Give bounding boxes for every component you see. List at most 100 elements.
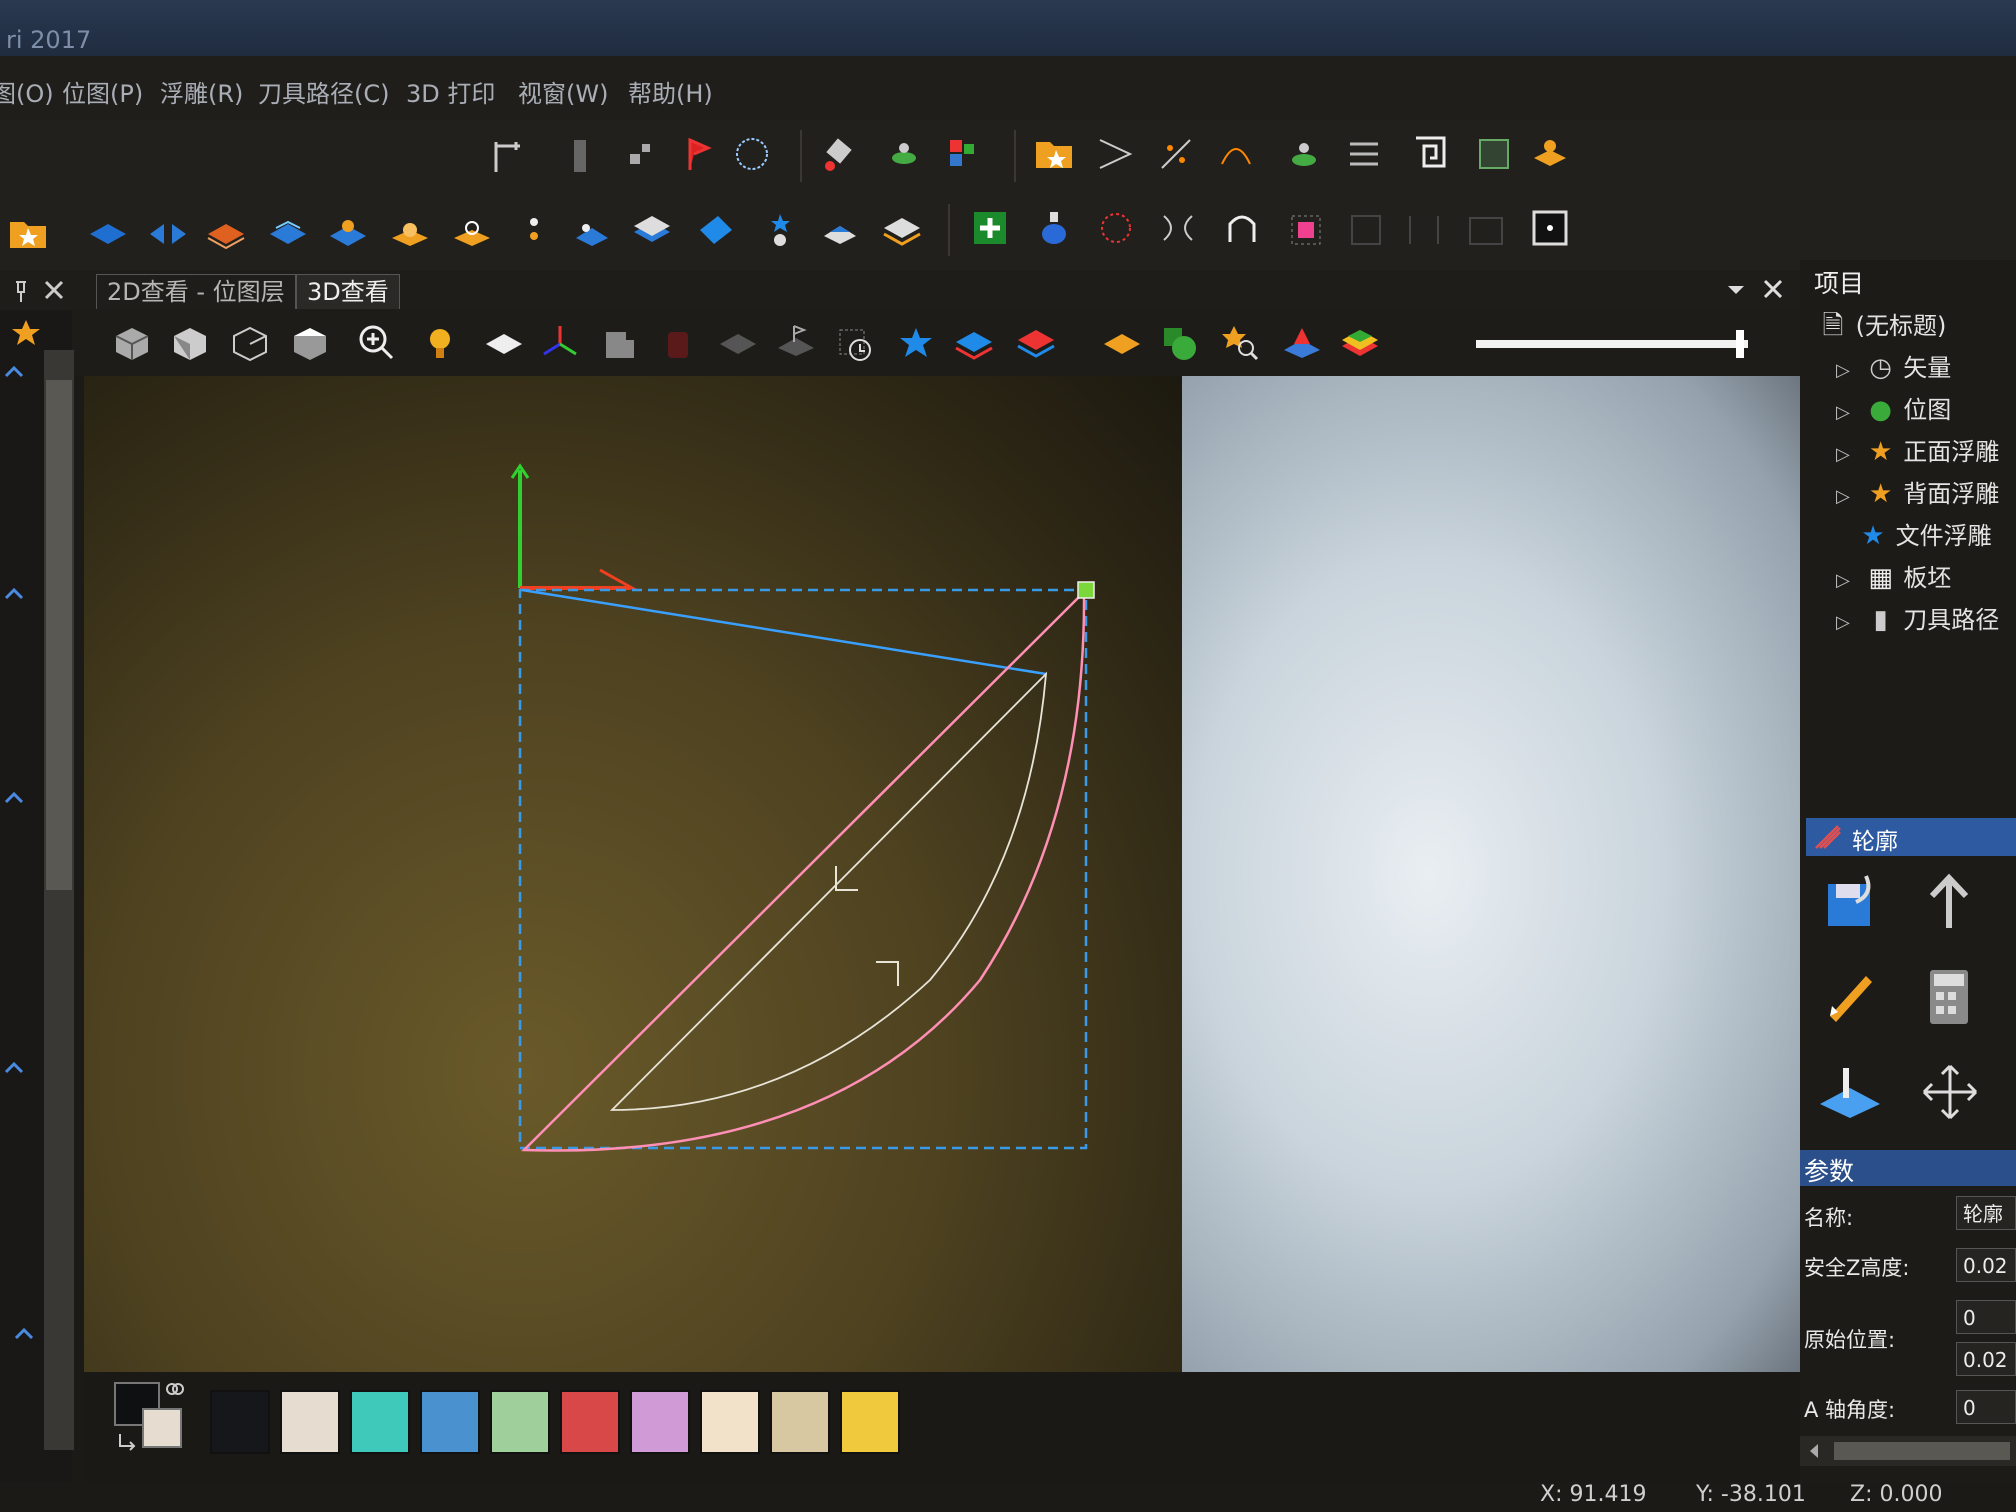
toolpath-preview-icon[interactable] — [1816, 1062, 1886, 1122]
puzzle-icon[interactable] — [600, 324, 640, 364]
add-green-icon[interactable] — [970, 208, 1010, 248]
zoom-in-icon[interactable] — [356, 322, 396, 362]
pin-icon[interactable] — [514, 212, 554, 252]
orange-ring-icon[interactable] — [452, 212, 492, 252]
light-bulb-icon[interactable] — [420, 324, 460, 364]
view-front-icon[interactable] — [170, 324, 210, 364]
blue-layer-tool-icon[interactable] — [954, 324, 994, 364]
color-swatch[interactable] — [560, 1390, 620, 1454]
secondary-color[interactable] — [142, 1408, 182, 1448]
arch-icon[interactable] — [1222, 208, 1262, 248]
scatter-icon[interactable] — [1156, 134, 1196, 174]
grid-icon[interactable] — [620, 136, 660, 176]
pink-box-icon[interactable] — [1286, 210, 1326, 250]
tree-item-block[interactable]: ▷ ▦ 板坯 — [1836, 558, 1951, 598]
horizontal-scrollbar[interactable] — [1800, 1436, 2016, 1466]
outline-frame-icon[interactable] — [1466, 210, 1506, 250]
chevron-down-icon[interactable] — [1726, 280, 1746, 300]
tab-3d-view[interactable]: 3D查看 — [296, 274, 400, 309]
pin-panel-icon[interactable] — [8, 278, 34, 304]
close-panel-icon[interactable] — [42, 278, 66, 302]
orange-stack-icon[interactable] — [206, 214, 246, 254]
chevron-up-icon[interactable] — [2, 788, 26, 808]
color-swatch[interactable] — [490, 1390, 550, 1454]
orange-puck-icon[interactable] — [1530, 132, 1570, 172]
tree-item-back-relief[interactable]: ▷ ★ 背面浮雕 — [1836, 474, 1999, 514]
expand-icon[interactable]: ▷ — [1836, 444, 1858, 465]
orange-plane-icon[interactable] — [1102, 324, 1142, 364]
expand-icon[interactable]: ▷ — [1836, 402, 1858, 423]
plane-white-icon[interactable] — [484, 324, 524, 364]
view-top-icon[interactable] — [290, 324, 330, 364]
color-swatch[interactable] — [210, 1390, 270, 1454]
menu-item-vector[interactable]: 图(O) — [0, 74, 54, 109]
star-drop-icon[interactable] — [760, 210, 800, 250]
pencil-icon[interactable] — [1822, 966, 1878, 1022]
orange-dome-icon[interactable] — [390, 212, 430, 252]
expand-icon[interactable]: ▷ — [1836, 570, 1858, 591]
red-layers-icon[interactable] — [1016, 324, 1056, 364]
view-side-icon[interactable] — [230, 324, 270, 364]
scrollbar-thumb[interactable] — [1834, 1442, 2010, 1460]
swap-colors-icon[interactable] — [116, 1428, 140, 1452]
save-icon[interactable] — [1822, 872, 1882, 932]
tree-item-vector[interactable]: ▷ ◷ 矢量 — [1836, 348, 1951, 388]
close-icon[interactable] — [1762, 278, 1784, 300]
star-icon[interactable] — [10, 318, 42, 350]
menu-item-relief[interactable]: 浮雕(R) — [160, 74, 243, 109]
view-iso-icon[interactable] — [112, 324, 152, 364]
cylinder-icon[interactable] — [658, 324, 698, 364]
transparency-slider[interactable] — [1476, 340, 1748, 348]
menu-item-3d-print[interactable]: 3D 打印 — [406, 74, 495, 109]
blue-star-tool-icon[interactable] — [896, 324, 936, 364]
color-swatch[interactable] — [630, 1390, 690, 1454]
multicolor-stack-icon[interactable] — [1340, 322, 1380, 362]
nest-icon[interactable] — [1158, 208, 1198, 248]
open-folder-star-icon[interactable] — [1034, 132, 1074, 172]
color-swatch[interactable] — [700, 1390, 760, 1454]
chevron-up-icon[interactable] — [2, 1058, 26, 1078]
green-bitmap-icon[interactable] — [1160, 324, 1200, 364]
blue-sheet-icon[interactable] — [820, 212, 860, 252]
star-search-icon[interactable] — [1220, 322, 1260, 362]
menu-item-window[interactable]: 视窗(W) — [518, 74, 608, 109]
blue-arrows-icon[interactable] — [148, 214, 188, 254]
flag-icon[interactable] — [680, 134, 720, 174]
scan-icon[interactable] — [572, 212, 612, 252]
tree-item-file-relief[interactable]: ★ 文件浮雕 — [1858, 516, 1991, 556]
home-x-field[interactable]: 0 — [1956, 1300, 2016, 1334]
axes-icon[interactable] — [540, 322, 580, 362]
scrollbar-thumb[interactable] — [46, 380, 72, 890]
color-swatch[interactable] — [350, 1390, 410, 1454]
expand-icon[interactable]: ▷ — [1836, 360, 1858, 381]
menu-item-toolpath[interactable]: 刀具路径(C) — [258, 74, 389, 109]
tree-root[interactable]: 🗎 (无标题) — [1818, 306, 1947, 346]
arrow-up-icon[interactable] — [1924, 872, 1974, 932]
blue-layers-icon[interactable] — [268, 212, 308, 252]
layer-stack-icon[interactable] — [884, 134, 924, 174]
menu-item-help[interactable]: 帮助(H) — [628, 74, 713, 109]
color-swatch[interactable] — [420, 1390, 480, 1454]
clock-frame-icon[interactable] — [836, 326, 876, 366]
relief-block-icon[interactable] — [882, 208, 922, 248]
merge-relief-icon[interactable] — [328, 212, 368, 252]
calculator-icon[interactable] — [1924, 966, 1974, 1026]
dotted-shape-icon[interactable] — [1096, 208, 1136, 248]
expand-icon[interactable]: ▷ — [1836, 486, 1858, 507]
stacked-planes-icon[interactable] — [632, 210, 672, 250]
mirror-icon[interactable] — [1344, 134, 1384, 174]
tree-item-front-relief[interactable]: ▷ ★ 正面浮雕 — [1836, 432, 1999, 472]
bar-icon[interactable] — [560, 136, 600, 176]
blue-jar-icon[interactable] — [1034, 208, 1074, 248]
dark-plane-icon[interactable] — [718, 324, 758, 364]
chevron-up-icon[interactable] — [12, 1324, 36, 1344]
3d-viewport[interactable] — [84, 376, 1182, 1372]
chevron-left-icon[interactable] — [1806, 1442, 1822, 1460]
blue-plane-icon[interactable] — [88, 214, 128, 254]
texture-grid-icon[interactable] — [1474, 134, 1514, 174]
home-z-field[interactable]: 0.02 — [1956, 1342, 2016, 1376]
dimension-circle-icon[interactable] — [732, 134, 772, 174]
move-icon[interactable] — [1920, 1062, 1980, 1122]
expand-icon[interactable]: ▷ — [1836, 612, 1858, 633]
paint-bucket-icon[interactable] — [820, 134, 860, 174]
